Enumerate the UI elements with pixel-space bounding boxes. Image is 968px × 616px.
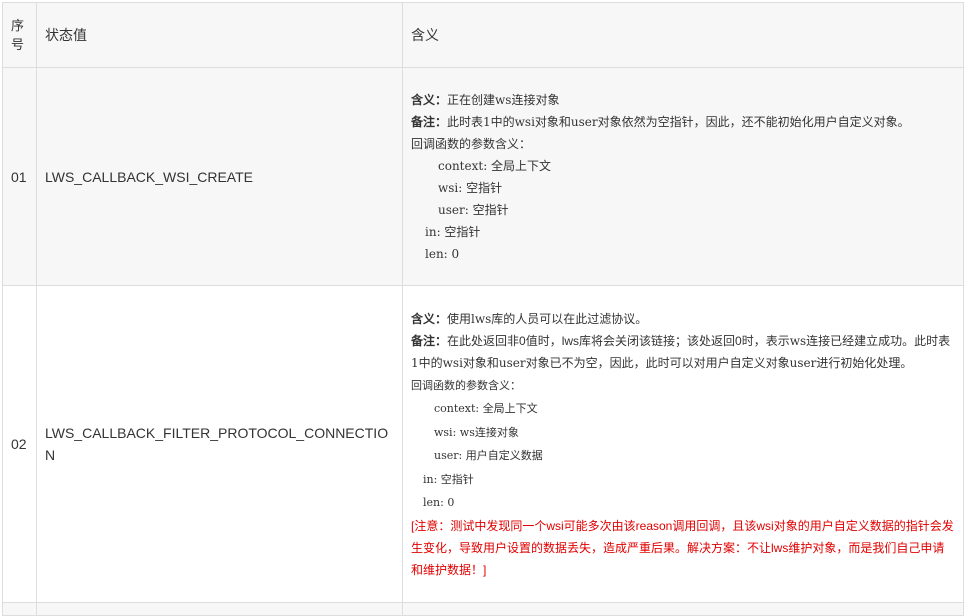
- param-wsi: wsi: ws连接对象: [434, 425, 519, 439]
- note-label: 备注：: [411, 114, 448, 129]
- params-title: 回调函数的参数含义：: [411, 136, 532, 151]
- param-in: in: 空指针: [423, 472, 474, 486]
- row-index: [2, 602, 37, 616]
- param-len: len: 0: [425, 246, 460, 261]
- note-line: 备注：此时表1中的wsi对象和user对象依然为空指针，因此，还不能初始化用户自…: [411, 111, 955, 133]
- table-header-row: 序号 状态值 含义: [2, 2, 964, 68]
- meaning-label: 含义：: [411, 92, 448, 107]
- header-index: 序号: [2, 2, 37, 68]
- row-index: 01: [2, 67, 37, 286]
- warning-note: [注意：测试中发现同一个wsi可能多次由该reason调用回调，且该wsi对象的…: [411, 518, 954, 577]
- param-len: len: 0: [423, 496, 455, 509]
- row-index: 02: [2, 285, 37, 603]
- row-state: LWS_CALLBACK_WSI_CREATE: [36, 67, 403, 286]
- row-meaning: [402, 602, 964, 616]
- table-row: 02 LWS_CALLBACK_FILTER_PROTOCOL_CONNECTI…: [2, 285, 964, 603]
- meaning-text: 正在创建ws连接对象: [447, 92, 560, 107]
- row-meaning: 含义：使用lws库的人员可以在此过滤协议。 备注：在此处返回非0值时，lws库将…: [402, 285, 964, 603]
- param-context: context: 全局上下文: [434, 402, 538, 415]
- param-wsi: wsi: 空指针: [438, 180, 503, 195]
- callback-table: 序号 状态值 含义 01 LWS_CALLBACK_WSI_CREATE 含义：…: [2, 2, 964, 616]
- param-user: user: 空指针: [438, 202, 509, 217]
- params-title: 回调函数的参数含义：: [411, 378, 521, 392]
- row-meaning: 含义：正在创建ws连接对象 备注：此时表1中的wsi对象和user对象依然为空指…: [402, 67, 964, 286]
- param-user: user: 用户自定义数据: [434, 449, 543, 462]
- meaning-line: 含义：正在创建ws连接对象: [411, 89, 955, 111]
- table-row-partial: [2, 602, 964, 616]
- meaning-text: 使用lws库的人员可以在此过滤协议。: [447, 311, 648, 326]
- note-text-a: 在此处返回非0值时，lws库将会关闭该链接；该处返回0时，: [447, 333, 766, 348]
- param-in: in: 空指针: [425, 224, 481, 239]
- note-line: 备注：在此处返回非0值时，lws库将会关闭该链接；该处返回0时，表示ws连接已经…: [411, 330, 955, 374]
- note-label: 备注：: [411, 333, 448, 348]
- header-state: 状态值: [36, 2, 403, 68]
- note-text: 此时表1中的wsi对象和user对象依然为空指针，因此，还不能初始化用户自定义对…: [447, 114, 910, 129]
- meaning-line: 含义：使用lws库的人员可以在此过滤协议。: [411, 308, 955, 330]
- meaning-label: 含义：: [411, 311, 448, 326]
- row-state: [36, 602, 403, 616]
- header-meaning: 含义: [402, 2, 964, 68]
- table-row: 01 LWS_CALLBACK_WSI_CREATE 含义：正在创建ws连接对象…: [2, 67, 964, 286]
- param-context: context: 全局上下文: [438, 158, 552, 173]
- row-state: LWS_CALLBACK_FILTER_PROTOCOL_CONNECTION: [36, 285, 403, 603]
